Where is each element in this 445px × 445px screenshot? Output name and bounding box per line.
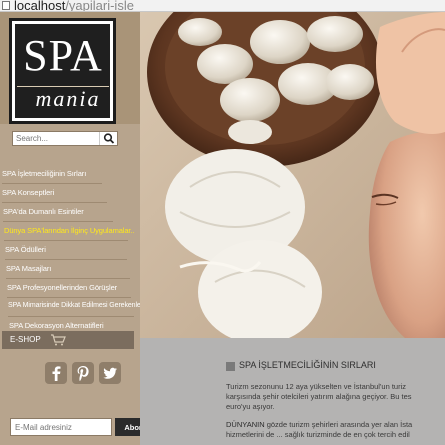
sidebar-item-label: SPA Dekorasyon Alternatifleri	[9, 321, 104, 330]
article-lead-word: DÜNYANIN	[226, 420, 265, 429]
divider	[3, 221, 113, 222]
sidebar-item-label: SPA'da Dumanlı Esintiler	[3, 207, 84, 216]
twitter-icon	[103, 367, 117, 379]
hero-image	[140, 12, 445, 338]
sidebar-item-label: SPA İşletmeciliğinin Sırları	[2, 169, 87, 178]
url-text[interactable]: localhost/yapilari-isle	[14, 0, 134, 12]
pinterest-icon	[77, 366, 89, 381]
sidebar-item-label: SPA Masajları	[6, 264, 52, 273]
sidebar-item-dumanli-esintiler[interactable]: SPA'da Dumanlı Esintiler	[0, 204, 140, 222]
sidebar-item-spa-masajlari[interactable]: SPA Masajları	[0, 261, 140, 279]
divider	[5, 259, 127, 260]
sidebar-item-ilginc-uygulamalar[interactable]: Dünya SPA'larından İlginç Uygulamalar..	[0, 223, 140, 241]
eshop-label: E-SHOP	[10, 335, 41, 344]
logo-spa-text: SPA	[23, 31, 103, 80]
facebook-icon	[52, 366, 61, 381]
article-text-line: Turizm sezonunu 12 aya yükselten ve İsta…	[226, 382, 406, 391]
divider	[6, 278, 130, 279]
spa-mania-logo[interactable]: SPA mania	[9, 18, 116, 124]
article-text-span: gözde turizm şehirleri arasında yer alan…	[266, 420, 413, 429]
url-host: localhost	[14, 0, 66, 12]
logo-mania-text: mania	[35, 86, 101, 111]
section-bullet	[226, 362, 235, 371]
eshop-button[interactable]: E-SHOP	[2, 331, 134, 349]
sidebar-item-spa-konseptleri[interactable]: SPA Konseptleri	[0, 185, 140, 203]
sidebar-item-label: SPA Profesyonellerinden Görüşler	[7, 283, 118, 292]
sidebar-item-spa-mimarisi[interactable]: SPA Mimarisinde Dikkat Edilmesi Gerekenl…	[0, 299, 143, 317]
spa-photo	[140, 12, 445, 338]
sidebar-item-spa-isletmeciligi[interactable]: SPA İşletmeciliğinin Sırları	[0, 166, 140, 184]
facebook-button[interactable]	[45, 362, 67, 384]
pinterest-button[interactable]	[72, 362, 94, 384]
divider	[2, 183, 102, 184]
sidebar-item-label: SPA Ödülleri	[5, 245, 46, 254]
sidebar-item-label: SPA Mimarisinde Dikkat Edilmesi Gerekenl…	[8, 302, 143, 309]
search-box	[12, 131, 118, 146]
sidebar-item-label: Dünya SPA'larından İlginç Uygulamalar..	[4, 226, 135, 235]
page-icon	[2, 1, 10, 10]
article-text-line: euro'yu aşıyor.	[226, 402, 275, 411]
sidebar-item-profesyonel-gorusler[interactable]: SPA Profesyonellerinden Görüşler	[0, 280, 140, 298]
divider	[4, 240, 128, 241]
divider	[7, 297, 131, 298]
article-text-line: karşısında şehir otelcileri yatırım alağ…	[226, 392, 412, 401]
divider	[8, 316, 134, 317]
divider	[2, 202, 107, 203]
search-button[interactable]	[99, 132, 117, 145]
sidebar-item-spa-odulleri[interactable]: SPA Ödülleri	[0, 242, 140, 260]
article-text-line: hizmetlerini de ... sağlık turizminde de…	[226, 430, 410, 439]
browser-address-bar[interactable]: localhost/yapilari-isle	[0, 0, 445, 12]
email-field[interactable]	[10, 418, 112, 436]
article-text-line: DÜNYANIN gözde turizm şehirleri arasında…	[226, 420, 445, 430]
logo-panel: SPA mania	[15, 24, 110, 118]
cart-icon	[51, 334, 66, 346]
search-icon	[103, 133, 115, 144]
sidebar-item-label: SPA Konseptleri	[2, 188, 55, 197]
article-section: SPA İŞLETMECİLİĞİNİN SIRLARI Turizm sezo…	[140, 338, 445, 445]
search-input[interactable]	[13, 132, 99, 145]
article-title[interactable]: SPA İŞLETMECİLİĞİNİN SIRLARI	[239, 360, 376, 370]
twitter-button[interactable]	[99, 362, 121, 384]
url-path: /yapilari-isle	[65, 0, 134, 12]
